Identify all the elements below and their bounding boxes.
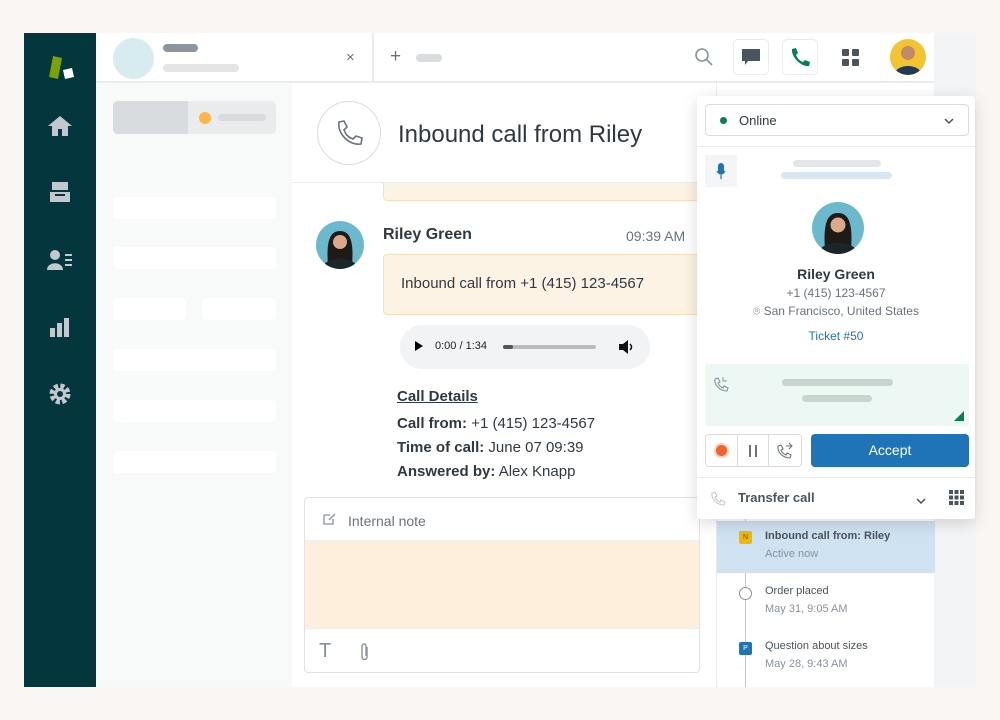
author-avatar — [316, 221, 364, 269]
status-label: Online — [739, 113, 777, 128]
online-dot — [720, 117, 727, 124]
composer-mode[interactable]: Internal note — [348, 513, 426, 529]
timeline-sub: May 28, 9:43 AM — [765, 658, 848, 670]
views-icon[interactable] — [44, 176, 76, 208]
author-name: Riley Green — [383, 226, 472, 243]
ticket-properties-panel — [96, 83, 292, 687]
text-format-icon[interactable]: T — [319, 640, 331, 663]
status-dot — [199, 112, 211, 124]
search-icon[interactable] — [694, 47, 714, 72]
top-bar: × + — [96, 33, 976, 83]
tab-avatar — [113, 38, 154, 79]
call-from-row: Call from: +1 (415) 123-4567 — [397, 415, 596, 432]
location-pin-icon: ⌾ — [753, 304, 764, 318]
microphone-icon[interactable] — [705, 155, 737, 187]
answered-by-row: Answered by: Alex Knapp — [397, 463, 576, 480]
add-tab-button[interactable]: + — [390, 46, 401, 68]
message-body: Inbound call from +1 (415) 123-4567 — [401, 275, 645, 292]
page-title: Inbound call from Riley — [398, 121, 643, 148]
ticket-link[interactable]: Ticket #50 — [697, 329, 975, 343]
talk-panel: Online Riley Green +1 (415) 123-4567 ⌾ S… — [697, 96, 975, 519]
chevron-down-icon[interactable] — [916, 493, 926, 511]
badge-p: P — [739, 642, 752, 655]
phone-icon — [317, 101, 381, 165]
timeline-sub: May 31, 9:05 AM — [765, 603, 848, 615]
reporting-icon[interactable] — [44, 311, 76, 343]
hold-button[interactable] — [738, 435, 769, 466]
caller-location: ⌾ San Francisco, United States — [753, 304, 919, 318]
timeline-sub: Active now — [765, 548, 819, 560]
call-details-heading: Call Details — [397, 388, 478, 405]
conversation-area: Inbound call from Riley Riley Green 09:3… — [292, 83, 716, 687]
forward-call-button[interactable] — [769, 435, 801, 466]
incoming-call-icon — [713, 376, 729, 397]
audio-player: 0:00 / 1:34 — [400, 325, 650, 369]
status-pill[interactable] — [113, 101, 276, 134]
transfer-call-label: Transfer call — [738, 490, 815, 505]
caller-name: Riley Green — [797, 266, 875, 282]
keypad-icon[interactable] — [949, 490, 964, 510]
accept-button[interactable]: Accept — [811, 434, 969, 467]
message-bubble: Inbound call from +1 (415) 123-4567 — [383, 254, 716, 315]
timeline-item[interactable]: P Question about sizes May 28, 9:43 AM — [717, 630, 935, 680]
timeline-item[interactable]: Order placed May 31, 9:05 AM — [717, 575, 935, 625]
ticket-tab[interactable]: × — [96, 33, 374, 81]
apps-icon[interactable] — [842, 49, 860, 72]
home-icon[interactable] — [44, 110, 76, 142]
timeline-title: Question about sizes — [765, 640, 868, 652]
play-icon[interactable] — [415, 341, 423, 351]
caller-avatar — [812, 202, 864, 254]
nav-sidebar — [24, 33, 96, 687]
time-of-call-row: Time of call: June 07 09:39 — [397, 439, 584, 456]
ticket-header: Inbound call from Riley — [292, 83, 716, 183]
note-textarea[interactable] — [305, 540, 699, 629]
pause-icon — [749, 444, 757, 457]
audio-seek-bar[interactable] — [503, 345, 596, 349]
settings-icon[interactable] — [44, 378, 76, 410]
phone-icon — [791, 48, 810, 67]
status-dropdown[interactable]: Online — [705, 104, 969, 136]
caller-phone: +1 (415) 123-4567 — [786, 286, 886, 300]
close-tab-icon[interactable]: × — [346, 49, 355, 66]
edit-note-icon — [323, 512, 336, 530]
forward-call-icon — [777, 442, 793, 459]
badge-n: N — [739, 531, 752, 544]
record-button[interactable] — [706, 435, 738, 466]
transfer-phone-icon — [710, 490, 726, 511]
user-avatar[interactable] — [890, 39, 926, 75]
transfer-call-row[interactable]: Transfer call — [697, 478, 975, 519]
timeline-item-active[interactable]: N Inbound call from: Riley Active now — [717, 521, 935, 573]
order-circle-icon — [739, 587, 752, 600]
timeline-title: Order placed — [765, 585, 829, 597]
record-icon — [716, 445, 727, 456]
customers-icon[interactable] — [44, 244, 76, 276]
call-info-box — [705, 364, 969, 426]
audio-time: 0:00 / 1:34 — [435, 340, 487, 352]
chat-button[interactable] — [733, 39, 769, 75]
talk-button[interactable] — [782, 39, 818, 75]
message-time: 09:39 AM — [626, 228, 686, 244]
composer[interactable]: Internal note T — [304, 497, 700, 673]
call-controls — [705, 434, 802, 467]
chat-icon — [742, 49, 760, 65]
zendesk-logo — [44, 51, 76, 83]
call-details: Call from: +1 (415) 123-4567 Time of cal… — [397, 412, 595, 484]
attachment-icon[interactable] — [360, 642, 370, 667]
volume-icon[interactable] — [618, 340, 634, 359]
chevron-down-icon — [944, 113, 954, 131]
timeline-title: Inbound call from: Riley — [765, 530, 891, 542]
